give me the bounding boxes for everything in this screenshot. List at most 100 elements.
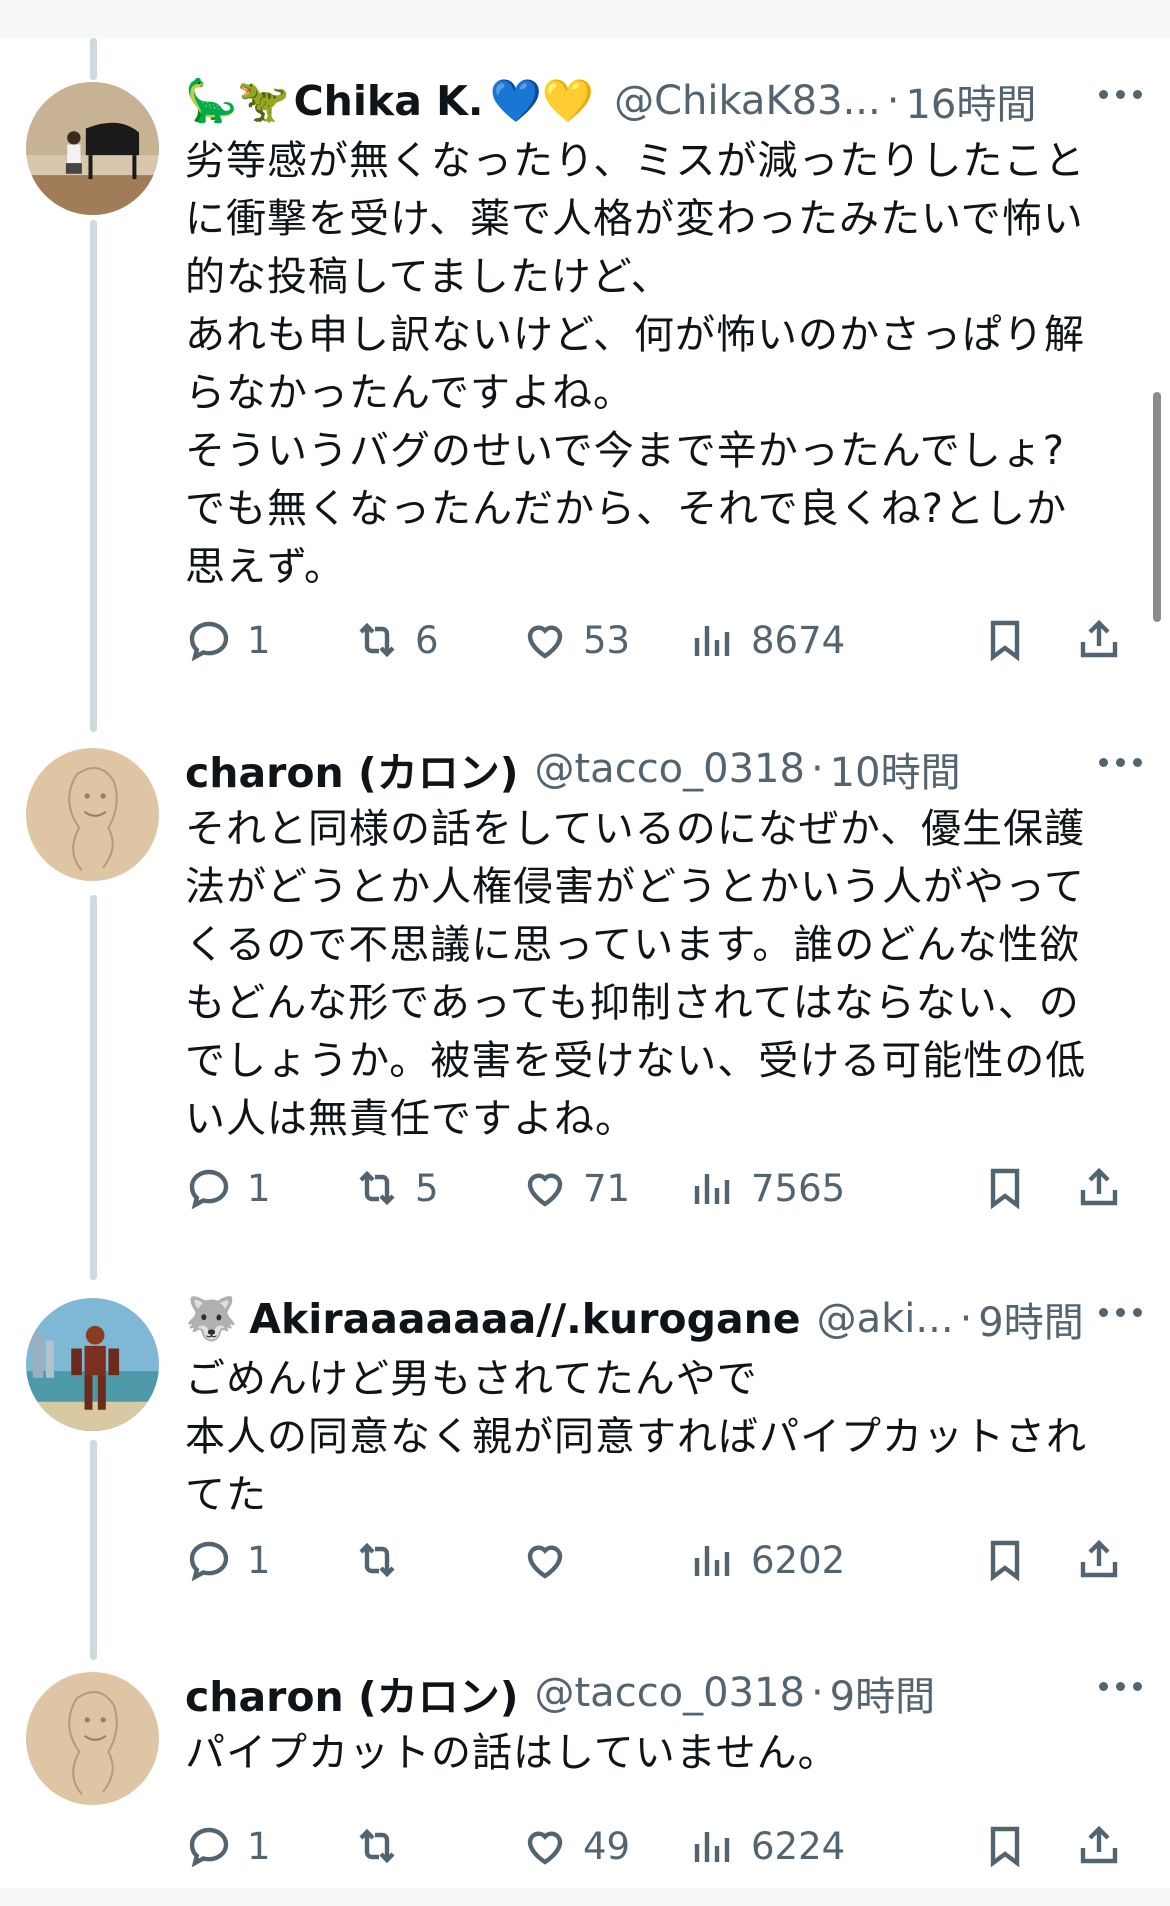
- view-count: 6224: [751, 1824, 846, 1868]
- handle[interactable]: @ChikaK83...: [614, 78, 881, 124]
- avatar[interactable]: [26, 1298, 159, 1431]
- separator: ·: [959, 1296, 973, 1342]
- action-bar: 1 49 6224: [185, 1816, 1145, 1876]
- handle[interactable]: @aki...: [817, 1296, 954, 1342]
- views-icon: [694, 1832, 730, 1862]
- name-emoji: 🐺: [185, 1294, 238, 1343]
- more-icon[interactable]: [1099, 758, 1142, 767]
- like-button[interactable]: 49: [521, 1816, 630, 1876]
- views-button[interactable]: 6202: [689, 1530, 845, 1590]
- repost-button[interactable]: [353, 1530, 415, 1590]
- thread-line: [90, 1440, 97, 1660]
- timestamp[interactable]: 9時間: [978, 1290, 1083, 1348]
- display-name[interactable]: charon (カロン): [185, 739, 519, 799]
- share-icon: [1080, 619, 1118, 658]
- tweet-header: 🐺 Akiraaaaaaa//.kurogane @aki... · 9時間: [185, 1290, 1170, 1348]
- repost-icon: [359, 1542, 395, 1578]
- share-icon: [1080, 1825, 1118, 1864]
- repost-count: 6: [415, 618, 439, 662]
- tweet-header: charon (カロン) @tacco_0318 · 10時間: [185, 740, 1170, 798]
- action-bar: 1 6202: [185, 1530, 1145, 1590]
- tweet-header: 🦕🦖 Chika K. 💙💛 @ChikaK83... · 16時間: [185, 72, 1170, 130]
- repost-button[interactable]: 5: [353, 1158, 439, 1218]
- views-button[interactable]: 7565: [689, 1158, 845, 1218]
- like-button[interactable]: 71: [521, 1158, 630, 1218]
- handle[interactable]: @tacco_0318: [535, 746, 805, 792]
- avatar[interactable]: [26, 748, 159, 881]
- timestamp[interactable]: 10時間: [830, 740, 961, 798]
- views-button[interactable]: 8674: [689, 610, 845, 670]
- share-button[interactable]: [1075, 1816, 1123, 1876]
- name-emoji: 💙💛: [489, 76, 595, 125]
- avatar[interactable]: [26, 1672, 159, 1805]
- avatar-ghost-drawing: [26, 1672, 159, 1805]
- separator: ·: [810, 746, 824, 792]
- like-button[interactable]: 53: [521, 610, 630, 670]
- like-count: 49: [583, 1824, 631, 1868]
- reply-count: 1: [247, 1538, 271, 1582]
- bookmark-icon: [990, 620, 1020, 662]
- timestamp[interactable]: 9時間: [830, 1664, 935, 1722]
- like-button[interactable]: [521, 1530, 583, 1590]
- like-icon: [527, 1173, 563, 1207]
- views-icon: [694, 626, 730, 656]
- share-icon: [1080, 1167, 1118, 1206]
- reply-count: 1: [247, 1166, 271, 1210]
- action-bar: 1 5 71 7565: [185, 1158, 1145, 1218]
- thread-line: [90, 220, 97, 732]
- like-icon: [527, 1545, 563, 1579]
- reply-icon: [189, 1541, 229, 1582]
- timestamp[interactable]: 16時間: [905, 72, 1036, 130]
- avatar-piano-photo: [26, 82, 159, 215]
- share-button[interactable]: [1075, 1530, 1123, 1590]
- repost-icon: [359, 622, 395, 658]
- thread-line: [90, 38, 97, 80]
- separator: ·: [810, 1670, 824, 1716]
- share-button[interactable]: [1075, 1158, 1123, 1218]
- display-name[interactable]: Chika K.: [294, 77, 484, 125]
- bookmark-button[interactable]: [981, 1158, 1029, 1218]
- reply-button[interactable]: 1: [185, 1530, 271, 1590]
- top-divider: [0, 0, 1170, 38]
- action-bar: 1 6 53 8674: [185, 610, 1145, 670]
- bookmark-button[interactable]: [981, 1530, 1029, 1590]
- views-icon: [694, 1174, 730, 1204]
- display-name[interactable]: Akiraaaaaaa//.kurogane: [249, 1295, 800, 1343]
- avatar-ghost-drawing: [26, 748, 159, 881]
- more-icon[interactable]: [1099, 1682, 1142, 1691]
- repost-count: 5: [415, 1166, 439, 1210]
- repost-icon: [359, 1828, 395, 1864]
- more-icon[interactable]: [1099, 1308, 1142, 1317]
- reply-icon: [189, 1169, 229, 1210]
- repost-button[interactable]: [353, 1816, 415, 1876]
- tweet-text: それと同様の話をしているのになぜか、優生保護 法がどうとか人権侵害がどうとかいう…: [185, 806, 1087, 1142]
- like-count: 53: [583, 618, 631, 662]
- reply-button[interactable]: 1: [185, 610, 271, 670]
- bookmark-button[interactable]: [981, 1816, 1029, 1876]
- share-button[interactable]: [1075, 610, 1123, 670]
- avatar[interactable]: [26, 82, 159, 215]
- reply-button[interactable]: 1: [185, 1816, 271, 1876]
- like-count: 71: [583, 1166, 631, 1210]
- separator: ·: [886, 78, 900, 124]
- views-button[interactable]: 6224: [689, 1816, 845, 1876]
- view-count: 6202: [751, 1538, 846, 1582]
- bookmark-icon: [990, 1540, 1020, 1582]
- views-icon: [694, 1546, 730, 1576]
- reply-count: 1: [247, 1824, 271, 1868]
- like-icon: [527, 625, 563, 659]
- tweet-header: charon (カロン) @tacco_0318 · 9時間: [185, 1664, 1170, 1722]
- more-icon[interactable]: [1099, 90, 1142, 99]
- bookmark-icon: [990, 1826, 1020, 1868]
- bookmark-button[interactable]: [981, 610, 1029, 670]
- display-name[interactable]: charon (カロン): [185, 1663, 519, 1723]
- repost-button[interactable]: 6: [353, 610, 439, 670]
- handle[interactable]: @tacco_0318: [535, 1670, 805, 1716]
- tweet-text: ごめんけど男もされてたんやで 本人の同意なく親が同意すればパイプカットされ てた: [185, 1356, 1087, 1518]
- reply-icon: [189, 1827, 229, 1868]
- reply-thread: 🦕🦖 Chika K. 💙💛 @ChikaK83... · 16時間 劣等感が無…: [0, 0, 1170, 1906]
- repost-icon: [359, 1170, 395, 1206]
- avatar-robot-beach: [26, 1298, 159, 1431]
- reply-button[interactable]: 1: [185, 1158, 271, 1218]
- scrollbar[interactable]: [1153, 392, 1161, 622]
